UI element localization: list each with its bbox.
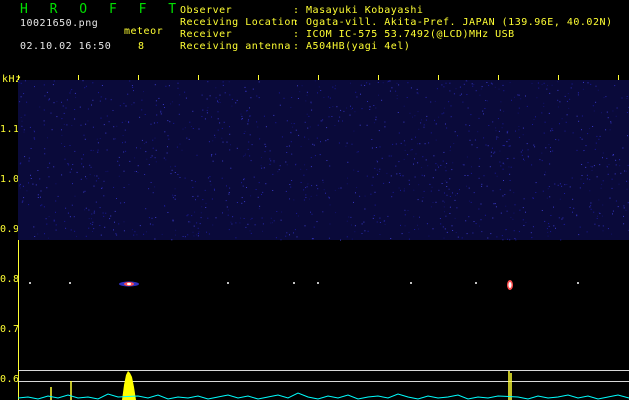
freq-label-0-9: 0.9: [0, 224, 20, 235]
meteor-label: meteor: [124, 26, 164, 37]
freq-label-1-1: 1.1: [0, 124, 20, 135]
antenna-label: Receiving antenna: [180, 41, 291, 52]
freq-label-0-8: 0.8: [0, 274, 20, 285]
spectrogram-panel: [18, 75, 629, 400]
location-label: Receiving Location: [180, 17, 298, 28]
count-peak-1652: [122, 371, 136, 400]
meteor-count: 8: [138, 41, 145, 52]
antenna-value: : A504HB(yagi 4el): [293, 41, 411, 52]
freq-label-0-7: 0.7: [0, 324, 20, 335]
observer-value: : Masayuki Kobayashi: [293, 5, 424, 16]
time-ticks: [18, 75, 619, 80]
noise-region: [18, 80, 629, 240]
freq-label-1-0: 1.0: [0, 174, 20, 185]
meteor-echo-1658: [507, 280, 513, 290]
receiver-value: : ICOM IC-575 53.7492(@LCD)MHz USB: [293, 29, 515, 40]
filename: 10021650.png: [20, 18, 99, 29]
observer-label: Observer: [180, 5, 233, 16]
datetime: 02.10.02 16:50: [20, 41, 112, 52]
app-title: H R O F F T: [20, 2, 184, 17]
signal-trace: [18, 392, 629, 400]
location-value: : Ogata-vill. Akita-Pref. JAPAN (139.96E…: [293, 17, 613, 28]
freq-label-0-6: 0.6: [0, 374, 20, 385]
echo-line: [29, 281, 579, 285]
meteor-echo-1652: [119, 281, 139, 287]
receiver-label: Receiver: [180, 29, 233, 40]
